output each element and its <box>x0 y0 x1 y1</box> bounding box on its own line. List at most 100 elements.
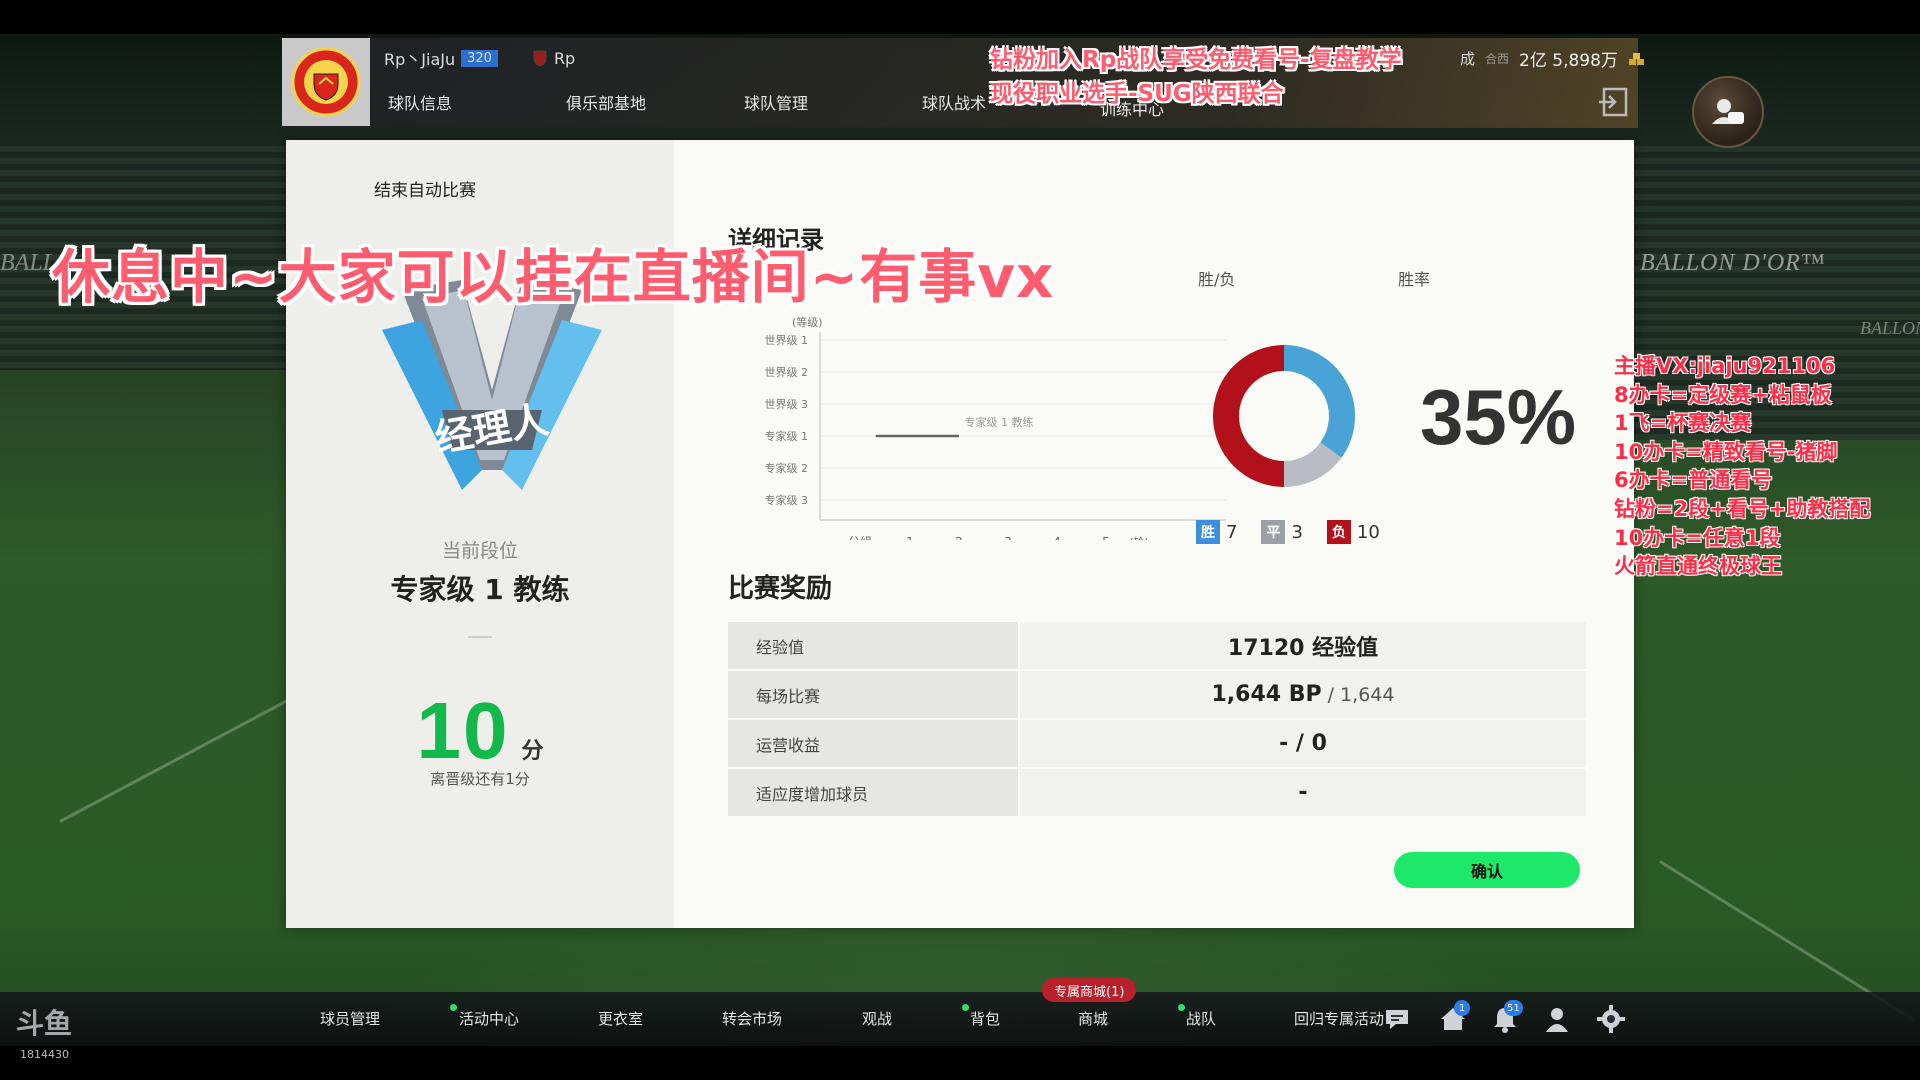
letterbox-bottom <box>0 1046 1920 1080</box>
tab-team-info[interactable]: 球队信息 <box>388 90 452 114</box>
reward-key: 运营收益 <box>728 720 1018 767</box>
gold-bars-icon <box>1628 52 1644 65</box>
win-count: 7 <box>1226 521 1238 543</box>
new-dot <box>450 1004 457 1011</box>
donut-slice-draw <box>1283 441 1342 487</box>
reward-value: - <box>1020 769 1586 816</box>
letterbox-top <box>0 0 1920 34</box>
douyu-logo: 斗鱼 <box>16 1007 73 1040</box>
currency-bar: 成 合西 2亿 5,898万 <box>1460 46 1646 71</box>
confirm-button[interactable]: 确认 <box>1394 852 1580 888</box>
nav-shop[interactable]: 商城 <box>1078 1008 1108 1029</box>
x-axis-label: 分组 <box>848 535 872 540</box>
exclusive-shop-badge[interactable]: 专属商城(1) <box>1042 978 1137 1002</box>
y-tick-label: 专家级 1 <box>765 429 809 443</box>
win-loss-donut <box>1213 345 1355 487</box>
y-tick-label: 世界级 3 <box>765 398 809 411</box>
ballon-dor-banner-left: BALL <box>0 250 57 276</box>
divider <box>468 636 492 638</box>
team-info: Rp <box>532 49 575 68</box>
y-axis-label: (等级) <box>792 315 823 329</box>
x-tick-label: 2 <box>955 535 963 540</box>
chat-icon[interactable] <box>1382 1004 1412 1034</box>
stream-overlay-line1: 钻粉加入Rp战队享受免费看号-复盘教学 <box>990 47 1402 73</box>
win-draw-loss-record: 胜 7 平 3 负 10 <box>1196 520 1398 544</box>
new-dot <box>962 1004 969 1011</box>
bell-notification-count: 51 <box>1504 1000 1523 1016</box>
club-badge[interactable] <box>282 38 370 126</box>
stream-overlay-resting: 休息中~大家可以挂在直播间~有事vx <box>52 243 1055 311</box>
currency-label: 合西 <box>1485 52 1510 66</box>
nav-locker-room[interactable]: 更衣室 <box>598 1008 643 1029</box>
win-rate-value: 35% <box>1420 373 1577 461</box>
current-rank-label: 当前段位 <box>441 540 518 562</box>
user-icon[interactable] <box>1542 1004 1572 1034</box>
nav-squad[interactable]: 战队 <box>1186 1008 1216 1029</box>
rank-history-chart: (等级) 世界级 1 世界级 2 世界级 3 专家级 1 专家级 2 专家级 3 分组 1 2 3 4… <box>765 315 1226 540</box>
reward-value-main: 17120 经验值 <box>1227 635 1379 661</box>
currency-partial: 成 <box>1460 50 1476 68</box>
ballon-dor-banner: BALLON D'OR™ <box>1640 250 1826 276</box>
exit-icon[interactable] <box>1596 86 1630 118</box>
reward-table: 经验值 17120 经验值 每场比赛 1,644 BP/ 1,644 运营收益 … <box>728 622 1586 818</box>
x-tick-label: 3 <box>1004 535 1012 540</box>
rank-points: 10 分 <box>286 685 674 777</box>
draw-count: 3 <box>1291 521 1303 543</box>
price-list-item: 10办卡=精致看号-猪脚 <box>1614 439 1838 464</box>
match-reward-title: 比赛奖励 <box>728 574 833 604</box>
team-name: Rp <box>553 48 576 68</box>
profile-avatar[interactable] <box>1692 76 1764 148</box>
donut-slice-loss <box>1213 345 1285 487</box>
nav-return-event[interactable]: 回归专属活动 <box>1294 1008 1384 1029</box>
loss-count: 10 <box>1356 521 1380 543</box>
points-value: 10 <box>416 686 510 775</box>
user-info: Rp丶JiaJu 320 Rp <box>384 46 575 70</box>
price-list-item: 1飞=杯赛决赛 <box>1614 411 1752 436</box>
gear-icon[interactable] <box>1596 1004 1626 1034</box>
reward-key: 适应度增加球员 <box>728 769 1018 816</box>
user-name: Rp丶JiaJu <box>384 50 456 69</box>
points-to-promotion: 离晋级还有1分 <box>430 770 530 788</box>
nav-player-management[interactable]: 球员管理 <box>320 1008 380 1029</box>
bottom-nav-bar <box>0 992 1920 1046</box>
donut-slice-win <box>1283 345 1355 458</box>
ballon-dor-banner-secondary: BALLON <box>1860 318 1920 338</box>
chat-avatar-icon <box>1712 99 1744 124</box>
tab-team-tactics[interactable]: 球队战术 <box>922 90 986 114</box>
y-tick-label: 世界级 1 <box>765 334 809 347</box>
win-loss-label: 胜/负 <box>1198 270 1236 289</box>
x-tick-label: 5 <box>1102 535 1110 540</box>
tab-team-management[interactable]: 球队管理 <box>744 90 808 114</box>
draw-tag: 平 <box>1261 520 1286 544</box>
panel-title: 结束自动比赛 <box>374 181 476 201</box>
reward-key: 经验值 <box>728 622 1018 669</box>
price-list-item: 钻粉=2段+看号+助教搭配 <box>1614 496 1871 521</box>
win-rate-label: 胜率 <box>1398 270 1431 289</box>
price-list-item: 主播VX:jiaju921106 <box>1614 354 1836 378</box>
tab-club-base[interactable]: 俱乐部基地 <box>566 90 646 114</box>
reward-value-cap: / 1,644 <box>1327 683 1395 706</box>
club-crest-icon <box>291 47 361 117</box>
stream-overlay-line2: 现役职业选手-SUG陕西联合 <box>990 81 1284 107</box>
y-tick-label: 专家级 3 <box>765 493 809 507</box>
nav-transfer-market[interactable]: 转会市场 <box>722 1008 782 1029</box>
reward-row-exp: 经验值 17120 经验值 <box>728 622 1586 669</box>
reward-key: 每场比赛 <box>728 671 1018 718</box>
price-list-item: 火箭直通终极球王 <box>1614 554 1782 579</box>
loss-tag: 负 <box>1326 520 1351 544</box>
points-unit: 分 <box>521 739 544 764</box>
price-list-item: 8办卡=定级赛+粘鼠板 <box>1614 382 1832 407</box>
price-list-item: 10办卡=任意1段 <box>1614 525 1781 550</box>
series-label: 专家级 1 教练 <box>965 415 1034 429</box>
reward-value-main: - <box>1298 780 1308 805</box>
reward-value-main: - / 0 <box>1279 731 1327 756</box>
nav-activity-center[interactable]: 活动中心 <box>459 1008 519 1029</box>
reward-value: 17120 经验值 <box>1020 622 1586 669</box>
stream-overlay-price-list: 主播VX:jiaju921106 8办卡=定级赛+粘鼠板 1飞=杯赛决赛 10办… <box>1614 352 1870 581</box>
nav-spectate[interactable]: 观战 <box>862 1008 892 1029</box>
y-tick-label: 世界级 2 <box>765 366 809 379</box>
reward-row-per-match: 每场比赛 1,644 BP/ 1,644 <box>728 671 1586 718</box>
nav-backpack[interactable]: 背包 <box>970 1008 1000 1029</box>
reward-row-fitness-players: 适应度增加球员 - <box>728 769 1586 816</box>
x-tick-label: 1 <box>906 535 914 540</box>
